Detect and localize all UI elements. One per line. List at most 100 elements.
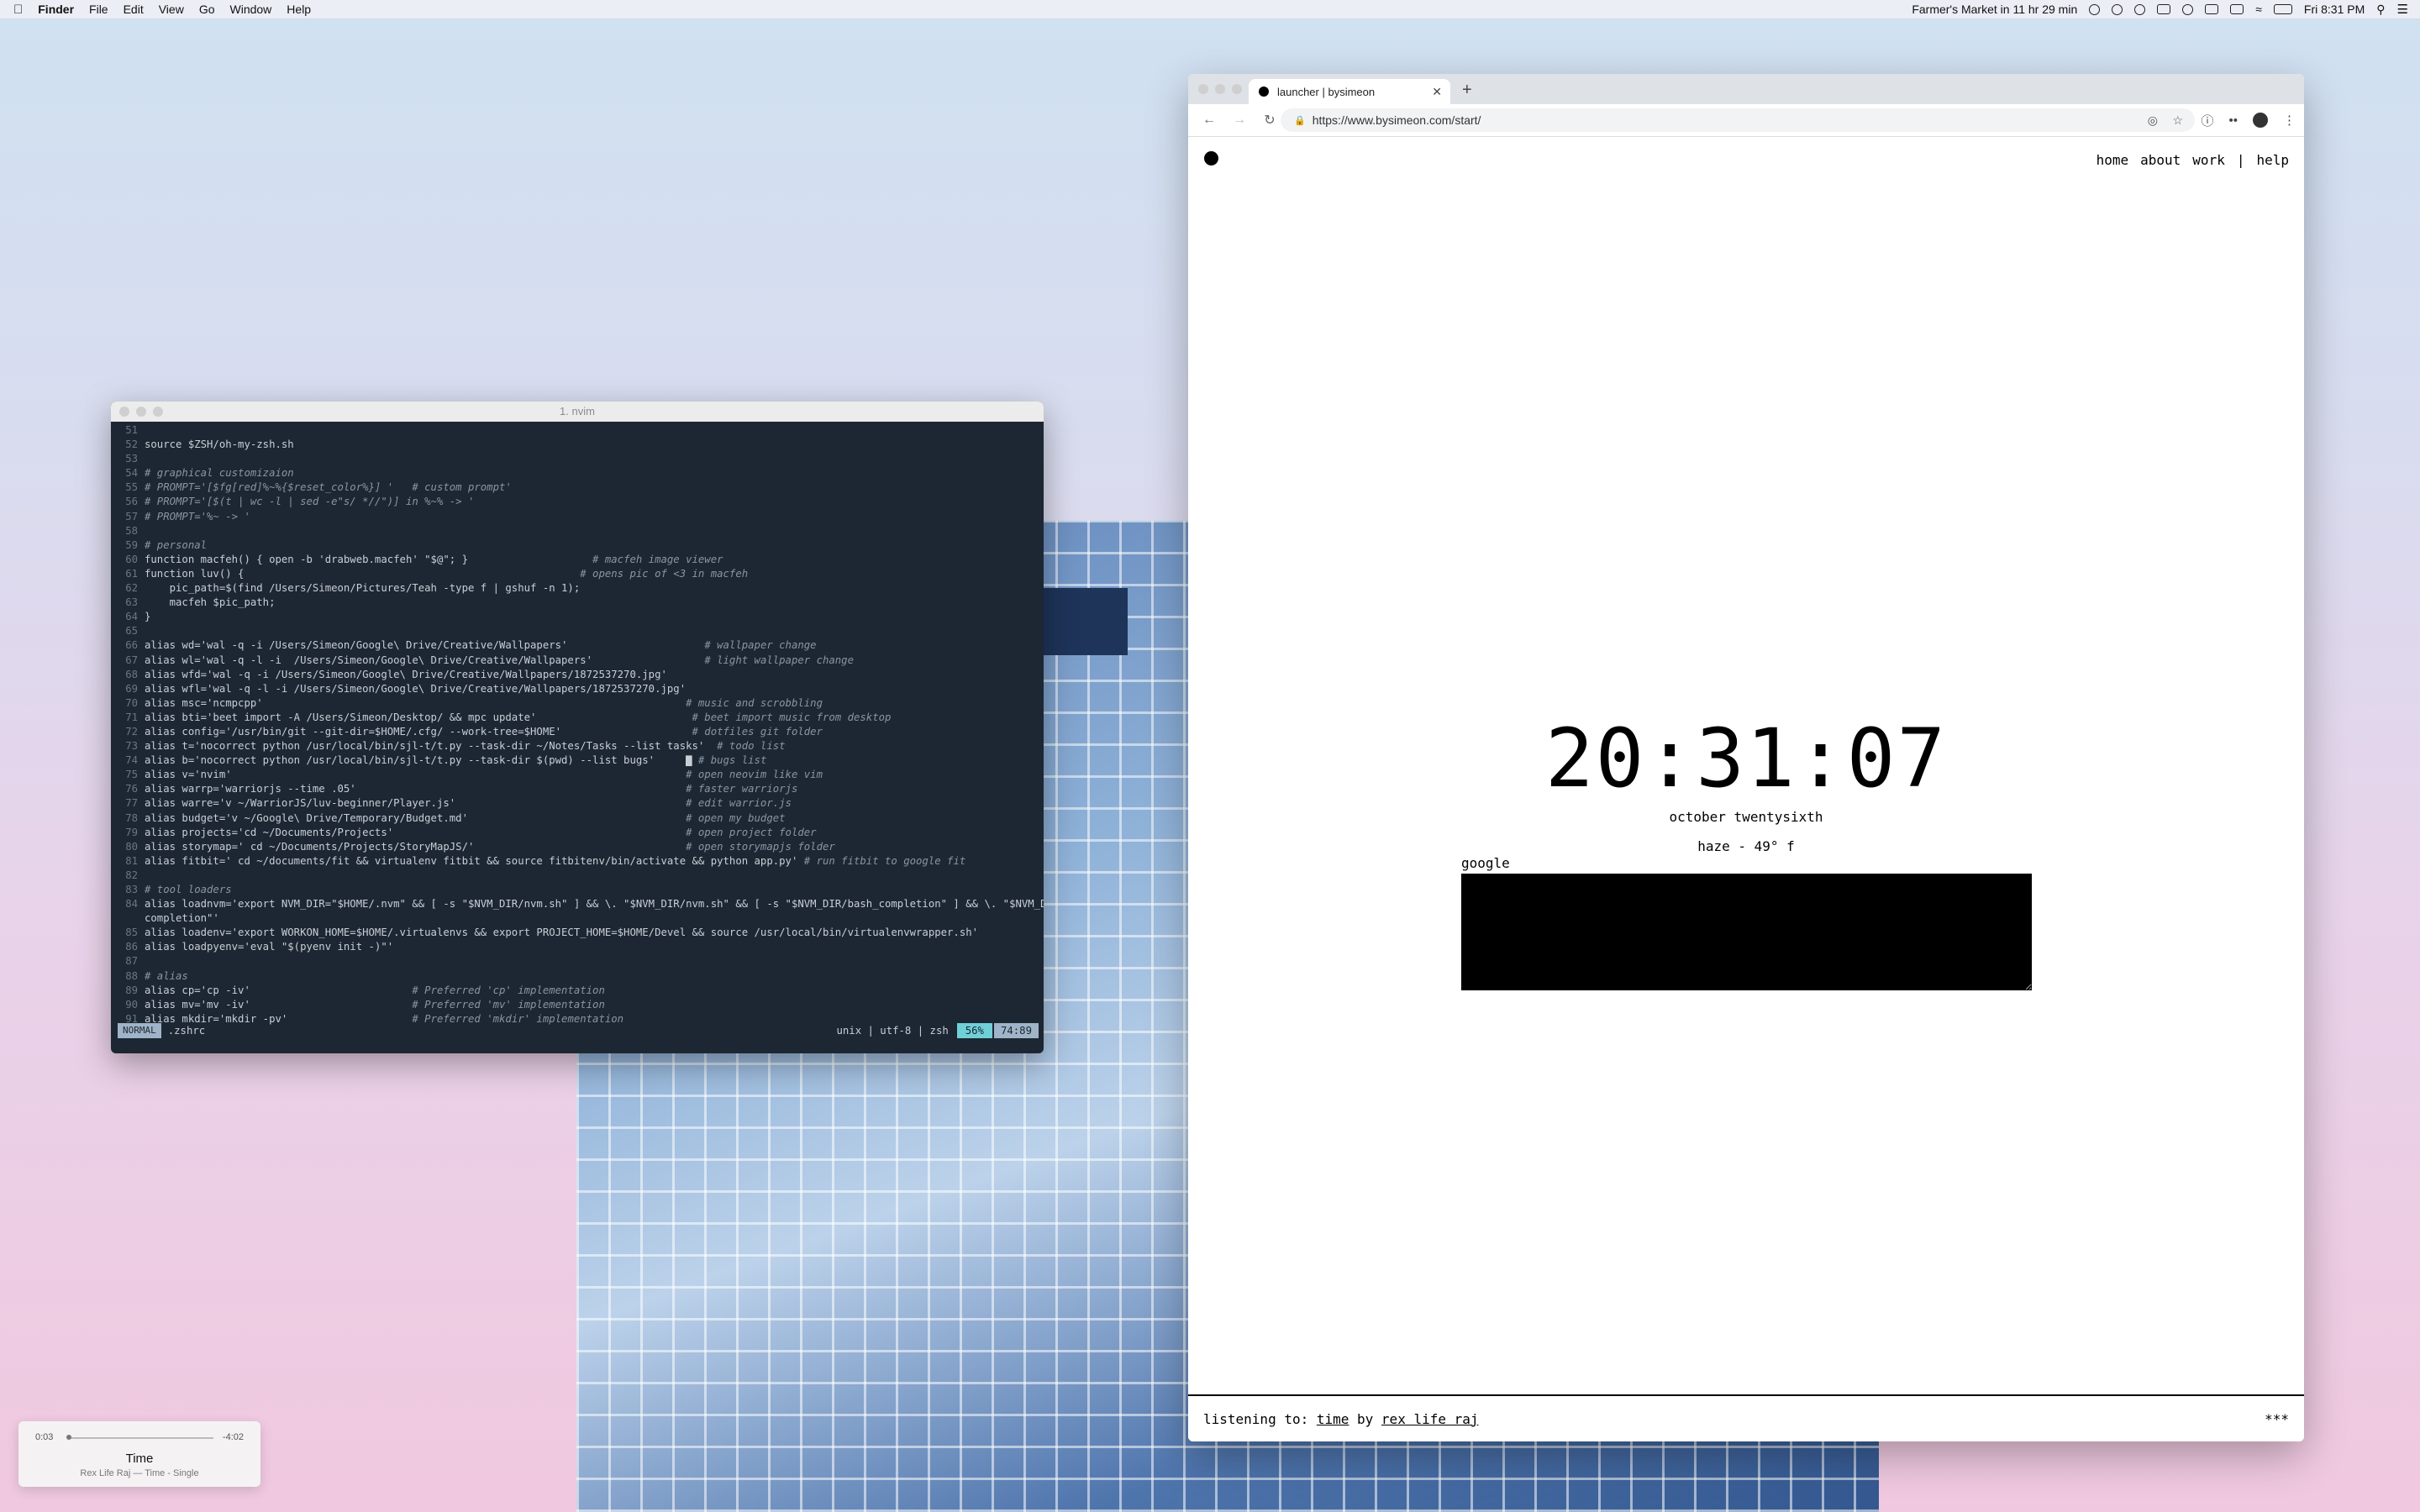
new-tab-icon[interactable]: + — [1462, 81, 1472, 100]
terminal-titlebar[interactable]: 1. nvim — [111, 402, 1044, 422]
code-line[interactable]: 74 alias b='nocorrect python /usr/local/b… — [118, 753, 1039, 768]
code-line[interactable]: 89 alias cp='cp -iv' # Preferred 'cp' imp… — [118, 984, 1039, 998]
code-line[interactable]: 55 # PROMPT='[$fg[red]%~%{$reset_color%}]… — [118, 480, 1039, 495]
nav-home[interactable]: home — [2096, 152, 2129, 168]
terminal-window[interactable]: 1. nvim 51 52 source $ZSH/oh-my-zsh.sh 53 54… — [111, 402, 1044, 1053]
brightness-icon[interactable] — [2134, 3, 2146, 15]
code-line[interactable]: 56 # PROMPT='[$(t | wc -l | sed -e"s/ *//… — [118, 495, 1039, 509]
code-line[interactable]: 72 alias config='/usr/bin/git --git-dir=$… — [118, 725, 1039, 739]
menubar-clock[interactable]: Fri 8:31 PM — [2304, 3, 2365, 16]
zoom-icon[interactable] — [153, 407, 163, 417]
reload-icon[interactable]: ↻ — [1260, 112, 1279, 129]
code-line[interactable]: 59 # personal — [118, 538, 1039, 553]
playback-scrubber[interactable] — [67, 1437, 213, 1439]
close-icon[interactable] — [119, 407, 129, 417]
footer-menu[interactable]: *** — [2265, 1411, 2289, 1427]
address-bar[interactable]: 🔒 https://www.bysimeon.com/start/ ◎ ☆ — [1281, 108, 2195, 132]
now-playing-widget[interactable]: 0:03 -4:02 Time Rex Life Raj — Time - Si… — [18, 1421, 260, 1487]
cloud-icon[interactable] — [2089, 3, 2101, 15]
battery-icon[interactable] — [2273, 4, 2292, 14]
code-line[interactable]: 79 alias projects='cd ~/Documents/Project… — [118, 826, 1039, 840]
location-icon[interactable]: ◎ — [2148, 113, 2158, 128]
menu-help[interactable]: Help — [287, 3, 311, 16]
artist-link[interactable]: rex life raj — [1381, 1411, 1479, 1427]
menu-file[interactable]: File — [89, 3, 108, 16]
editor-buffer[interactable]: 51 52 source $ZSH/oh-my-zsh.sh 53 54 # graphi… — [111, 422, 1044, 1026]
menu-app-name[interactable]: Finder — [38, 3, 74, 16]
scrubber-knob[interactable] — [66, 1435, 72, 1440]
spotlight-icon[interactable]: ⚲ — [2376, 3, 2385, 17]
code-line[interactable]: 62 pic_path=$(find /Users/Simeon/Picture… — [118, 581, 1039, 596]
song-link[interactable]: time — [1317, 1411, 1349, 1427]
code-line[interactable]: 61 function luv() { # opens pic of <3 in … — [118, 567, 1039, 581]
code-line[interactable]: 84 alias loadnvm='export NVM_DIR="$HOME/.… — [118, 897, 1044, 911]
code-line[interactable]: 80 alias storymap=' cd ~/Documents/Projec… — [118, 840, 1039, 854]
menu-go[interactable]: Go — [199, 3, 215, 16]
code-line[interactable]: 52 source $ZSH/oh-my-zsh.sh — [118, 438, 1039, 452]
menu-edit[interactable]: Edit — [124, 3, 144, 16]
code-line[interactable]: 53 — [118, 452, 1039, 466]
code-text: alias storymap=' cd ~/Documents/Projects… — [145, 840, 687, 853]
code-line[interactable]: 76 alias warrp='warriorjs --time .05' # f… — [118, 782, 1039, 796]
sync-icon[interactable] — [2112, 3, 2123, 15]
code-line[interactable]: 78 alias budget='v ~/Google\ Drive/Tempor… — [118, 811, 1039, 826]
code-line[interactable]: 60 function macfeh() { open -b 'drabweb.m… — [118, 553, 1039, 567]
code-line[interactable]: 81 alias fitbit=' cd ~/documents/fit && v… — [118, 854, 1039, 869]
more-menu-icon[interactable]: ⋮ — [2283, 113, 2296, 128]
nav-about[interactable]: about — [2140, 152, 2181, 168]
code-line[interactable]: 66 alias wd='wal -q -i /Users/Simeon/Goog… — [118, 638, 1039, 653]
input-source-icon[interactable] — [2230, 4, 2244, 14]
apple-menu-icon[interactable]:  — [13, 3, 23, 17]
code-line[interactable]: 90 alias mv='mv -iv' # Preferred 'mv' imp… — [118, 998, 1039, 1012]
forward-icon[interactable]: → — [1230, 113, 1249, 128]
google-search-input[interactable] — [1461, 874, 2032, 990]
browser-window[interactable]: launcher | bysimeon ✕ + ← → ↻ 🔒 https://… — [1188, 74, 2304, 1441]
bookmark-star-icon[interactable]: ☆ — [2172, 113, 2183, 128]
site-logo[interactable] — [1204, 151, 1218, 165]
zoom-icon[interactable] — [1232, 84, 1242, 94]
extensions-icon[interactable]: •• — [2228, 113, 2238, 128]
nav-help[interactable]: help — [2256, 152, 2289, 168]
code-line[interactable]: 87 — [118, 954, 1039, 969]
minimize-icon[interactable] — [136, 407, 146, 417]
menu-window[interactable]: Window — [230, 3, 272, 16]
tab-close-icon[interactable]: ✕ — [1432, 85, 1442, 99]
code-line[interactable]: 85 alias loadenv='export WORKON_HOME=$HOM… — [118, 926, 1039, 940]
display-icon[interactable] — [2157, 4, 2171, 14]
tab-launcher[interactable]: launcher | bysimeon ✕ — [1249, 79, 1450, 104]
wifi-icon[interactable]: ≈ — [2255, 3, 2262, 16]
code-line[interactable]: 63 macfeh $pic_path; — [118, 596, 1039, 610]
code-line[interactable]: 57 # PROMPT='%~ -> ' — [118, 510, 1039, 524]
menu-view[interactable]: View — [159, 3, 184, 16]
profile-avatar[interactable] — [2253, 113, 2268, 128]
code-line[interactable]: 64} — [118, 610, 1039, 624]
minimize-icon[interactable] — [1215, 84, 1225, 94]
back-icon[interactable]: ← — [1200, 113, 1218, 128]
code-line[interactable]: 58 — [118, 524, 1039, 538]
notification-center-icon[interactable]: ☰ — [2397, 2, 2408, 17]
code-line[interactable]: 65 — [118, 624, 1039, 638]
close-icon[interactable] — [1198, 84, 1208, 94]
lock-icon[interactable]: 🔒 — [1294, 115, 1306, 126]
info-icon[interactable]: ⓘ — [2201, 112, 2213, 129]
code-line[interactable]: 68 alias wfd='wal -q -i /Users/Simeon/Goo… — [118, 668, 1039, 682]
keyboard-icon[interactable] — [2205, 4, 2219, 14]
url-text[interactable]: https://www.bysimeon.com/start/ — [1313, 113, 1481, 127]
code-line[interactable]: 77 alias warre='v ~/WarriorJS/luv-beginne… — [118, 796, 1039, 811]
code-line[interactable]: 83 # tool loaders — [118, 883, 1039, 897]
code-line[interactable]: 71 alias bti='beet import -A /Users/Simeo… — [118, 711, 1039, 725]
code-line[interactable]: 67 alias wl='wal -q -l -i /Users/Simeon/G… — [118, 654, 1039, 668]
code-line[interactable]: 82 — [118, 869, 1039, 883]
code-line[interactable]: 86 alias loadpyenv='eval "$(pyenv init -)… — [118, 940, 1039, 954]
code-line[interactable]: 88 # alias — [118, 969, 1039, 984]
nav-work[interactable]: work — [2192, 152, 2225, 168]
code-line[interactable]: 73 alias t='nocorrect python /usr/local/b… — [118, 739, 1039, 753]
code-line[interactable]: 69 alias wfl='wal -q -l -i /Users/Simeon/… — [118, 682, 1039, 696]
calendar-reminder[interactable]: Farmer's Market in 11 hr 29 min — [1912, 3, 2077, 16]
code-line[interactable]: 54 # graphical customizaion — [118, 466, 1039, 480]
code-line[interactable]: 70 alias msc='ncmpcpp' # music and scrobb… — [118, 696, 1039, 711]
code-line[interactable]: 75 alias v='nvim' # open neovim like vim — [118, 768, 1039, 782]
code-line[interactable]: 51 — [118, 423, 1039, 438]
code-line[interactable]: completion"' — [118, 911, 1039, 926]
vpn-icon[interactable] — [2182, 3, 2194, 15]
